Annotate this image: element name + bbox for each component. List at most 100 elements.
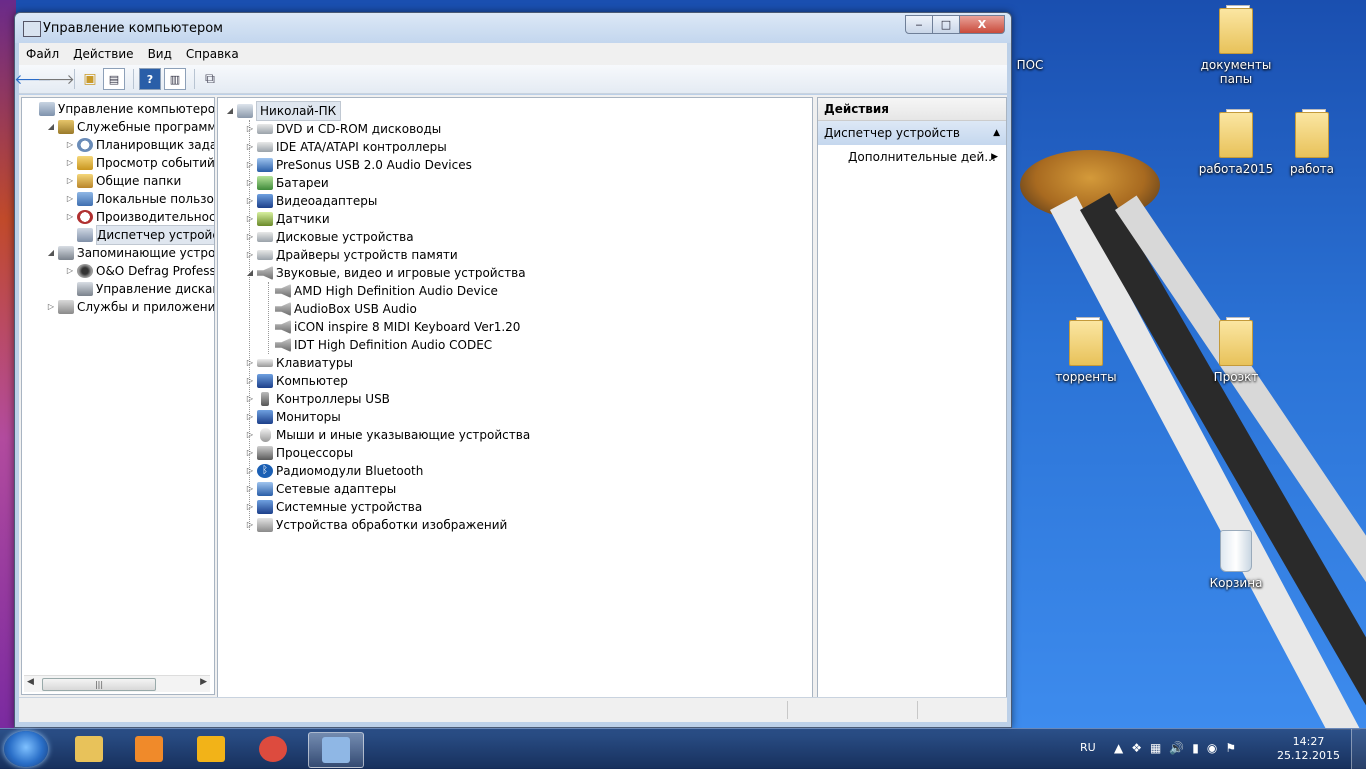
device-category[interactable]: ▷ Датчики [244, 210, 330, 228]
scan-hardware-icon[interactable]: ⧉ [200, 69, 220, 89]
console-tree-item[interactable]: ◢ Запоминающие устройст [45, 244, 214, 262]
device-category[interactable]: ▷ Контроллеры USB [244, 390, 390, 408]
network-icon[interactable]: ▮ [1192, 741, 1199, 755]
device-category[interactable]: ▷ Мониторы [244, 408, 341, 426]
expander-arrow-icon[interactable]: ▷ [64, 190, 76, 208]
expander-arrow-icon[interactable]: ▷ [244, 138, 256, 156]
volume-icon[interactable]: 🔊 [1169, 741, 1184, 755]
console-tree-item[interactable]: ▷ Службы и приложения [45, 298, 214, 316]
menu-action[interactable]: Действие [66, 47, 140, 61]
app-tray-icon[interactable]: ◉ [1207, 741, 1217, 755]
expander-arrow-icon[interactable]: ▷ [64, 136, 76, 154]
device-category[interactable]: ▷ Дисковые устройства [244, 228, 414, 246]
expander-arrow-icon[interactable]: ◢ [45, 244, 57, 262]
expander-arrow-icon[interactable]: ▷ [244, 480, 256, 498]
expander-arrow-icon[interactable]: ▷ [244, 390, 256, 408]
device-icon[interactable]: ▦ [1150, 741, 1161, 755]
chrome-taskbar-button[interactable] [246, 732, 300, 766]
device-category[interactable]: ▷ Системные устройства [244, 498, 422, 516]
device-category[interactable]: ▷ PreSonus USB 2.0 Audio Devices [244, 156, 472, 174]
expander-arrow-icon[interactable]: ▷ [64, 154, 76, 172]
device-category[interactable]: ▷ Устройства обработки изображений [244, 516, 507, 534]
more-actions-item[interactable]: Дополнительные дей... ▶ [818, 145, 1006, 169]
desktop-icon-partial[interactable]: ПОС [1010, 58, 1050, 72]
scroll-right-icon[interactable]: ▶ [200, 677, 207, 687]
help-icon[interactable]: ? [139, 68, 161, 90]
device-item[interactable]: AudioBox USB Audio [262, 300, 417, 318]
collapse-arrow-icon[interactable]: ◢ [224, 102, 236, 120]
scroll-left-icon[interactable]: ◀ [27, 677, 34, 687]
show-hide-console-tree-icon[interactable]: ▤ [103, 68, 125, 90]
puzzle-app-taskbar-button[interactable] [184, 732, 238, 766]
actions-group-device-manager[interactable]: Диспетчер устройств ▲ [818, 121, 1006, 145]
expander-arrow-icon[interactable]: ▷ [244, 228, 256, 246]
device-category[interactable]: ▷ Драйверы устройств памяти [244, 246, 458, 264]
expander-arrow-icon[interactable]: ◢ [45, 118, 57, 136]
device-item[interactable]: iCON inspire 8 MIDI Keyboard Ver1.20 [262, 318, 520, 336]
desktop-icon-work2015[interactable]: работа2015 [1198, 109, 1274, 176]
forward-arrow-icon[interactable]: 🡒 [37, 69, 75, 89]
expander-arrow-icon[interactable]: ▷ [244, 372, 256, 390]
expander-arrow-icon[interactable]: ▷ [244, 354, 256, 372]
device-category[interactable]: ▷ Батареи [244, 174, 329, 192]
device-root[interactable]: ◢ Николай-ПК [224, 101, 342, 121]
explorer-taskbar-button[interactable] [62, 732, 116, 766]
console-tree-item[interactable]: Управление компьютером (л [26, 100, 214, 118]
start-button[interactable] [4, 731, 48, 767]
title-bar[interactable]: Управление компьютером ‒ □ X [15, 13, 1011, 43]
clock[interactable]: 14:27 25.12.2015 [1277, 735, 1340, 763]
close-button[interactable]: X [959, 15, 1005, 34]
minimize-button[interactable]: ‒ [905, 15, 933, 34]
expander-arrow-icon[interactable]: ▷ [64, 262, 76, 280]
expander-arrow-icon[interactable]: ◢ [244, 264, 256, 282]
expander-arrow-icon[interactable]: ▷ [244, 498, 256, 516]
dropbox-icon[interactable]: ❖ [1131, 741, 1142, 755]
show-desktop-button[interactable] [1351, 729, 1366, 769]
show-hidden-icons-icon[interactable]: ▲ [1114, 741, 1123, 755]
menu-file[interactable]: Файл [19, 47, 66, 61]
scrollbar-thumb[interactable]: ||| [42, 678, 156, 691]
console-tree-item[interactable]: ▷ O&O Defrag Profession [64, 262, 214, 280]
desktop-icon-torrents[interactable]: торренты [1048, 317, 1124, 384]
console-tree-item[interactable]: ▷ Локальные пользовате [64, 190, 214, 208]
device-item[interactable]: IDT High Definition Audio CODEC [262, 336, 492, 354]
menu-view[interactable]: Вид [141, 47, 179, 61]
expander-arrow-icon[interactable]: ▷ [244, 156, 256, 174]
computer-management-taskbar-button[interactable] [308, 732, 364, 768]
action-center-icon[interactable]: ⚑ [1225, 741, 1236, 755]
expander-arrow-icon[interactable]: ▷ [244, 174, 256, 192]
device-category[interactable]: ▷ ᛒ Радиомодули Bluetooth [244, 462, 423, 480]
maximize-button[interactable]: □ [932, 15, 960, 34]
device-category[interactable]: ▷ Видеоадаптеры [244, 192, 377, 210]
desktop-icon-recycle-bin[interactable]: Корзина [1198, 530, 1274, 590]
device-category[interactable]: ▷ Компьютер [244, 372, 348, 390]
device-category[interactable]: ▷ Клавиатуры [244, 354, 353, 372]
console-tree-item[interactable]: ▷ Производительность [64, 208, 214, 226]
media-player-taskbar-button[interactable] [122, 732, 176, 766]
console-tree-item[interactable]: ▷ Просмотр событий [64, 154, 214, 172]
up-folder-icon[interactable]: ▣ [80, 69, 100, 89]
console-tree-item[interactable]: Диспетчер устройств [64, 225, 214, 245]
expander-arrow-icon[interactable]: ▷ [244, 462, 256, 480]
menu-help[interactable]: Справка [179, 47, 246, 61]
desktop-icon-project[interactable]: Проэкт [1198, 317, 1274, 384]
desktop-icon-work[interactable]: работа [1274, 109, 1350, 176]
console-tree-item[interactable]: ▷ Общие папки [64, 172, 181, 190]
expander-arrow-icon[interactable]: ▷ [244, 516, 256, 534]
expander-arrow-icon[interactable]: ▷ [244, 426, 256, 444]
expander-arrow-icon[interactable]: ▷ [244, 120, 256, 138]
console-tree-item[interactable]: Управление дисками [64, 280, 214, 298]
desktop-icon-documents[interactable]: документы папы [1198, 5, 1274, 86]
device-category[interactable]: ▷ Сетевые адаптеры [244, 480, 396, 498]
console-tree-item[interactable]: ◢ Служебные программы [45, 118, 214, 136]
language-indicator[interactable]: RU [1080, 741, 1096, 754]
device-category[interactable]: ▷ IDE ATA/ATAPI контроллеры [244, 138, 447, 156]
expander-arrow-icon[interactable]: ▷ [244, 408, 256, 426]
device-category[interactable]: ▷ DVD и CD-ROM дисководы [244, 120, 441, 138]
device-category[interactable]: ▷ Мыши и иные указывающие устройства [244, 426, 530, 444]
device-category[interactable]: ◢ Звуковые, видео и игровые устройства [244, 264, 526, 282]
horizontal-scrollbar[interactable]: ◀ ||| ▶ [24, 675, 210, 692]
expander-arrow-icon[interactable]: ▷ [244, 444, 256, 462]
device-category[interactable]: ▷ Процессоры [244, 444, 353, 462]
expander-arrow-icon[interactable]: ▷ [244, 246, 256, 264]
